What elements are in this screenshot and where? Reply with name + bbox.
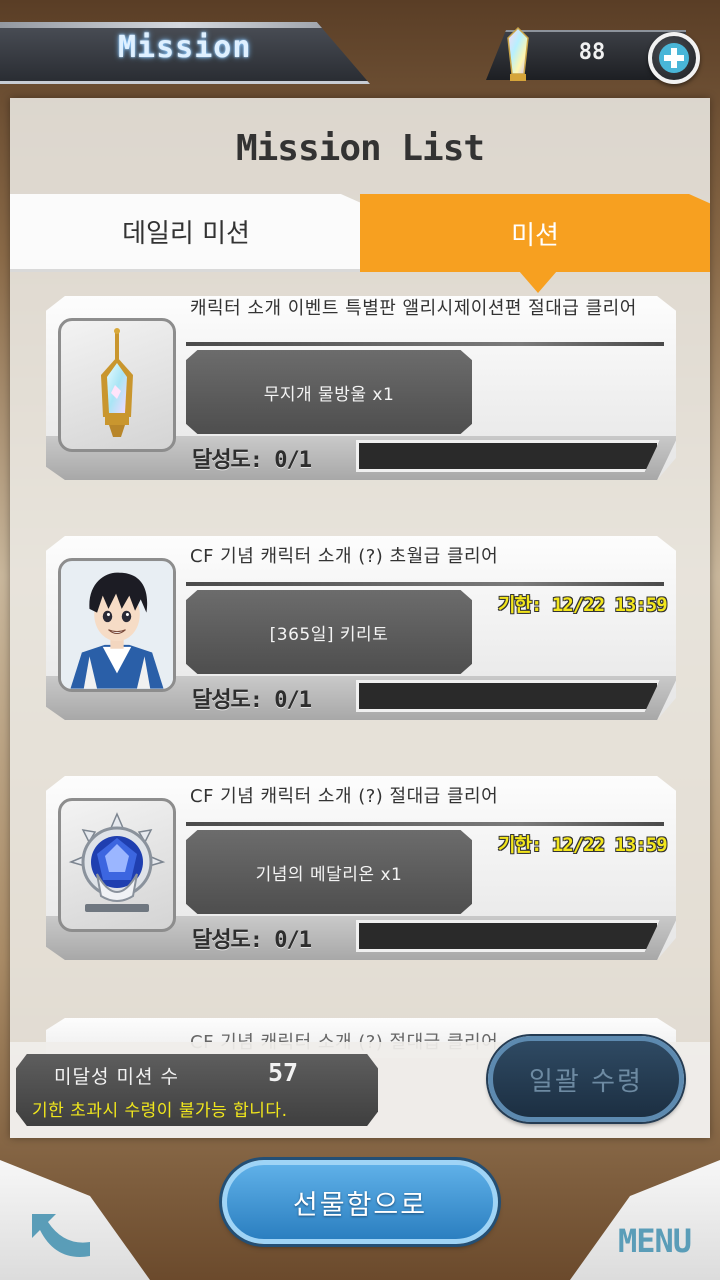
mission-title: CF 기념 캐릭터 소개 (?) 절대급 클리어 <box>190 786 499 807</box>
back-arrow-icon[interactable] <box>26 1206 96 1266</box>
progress-label: 달성도: 0/1 <box>192 448 312 473</box>
progress-label: 달성도: 0/1 <box>192 688 312 713</box>
incomplete-missions-label: 미달성 미션 수 <box>54 1066 179 1088</box>
title-underline <box>186 582 664 586</box>
mission-card[interactable]: CF 기념 캐릭터 소개 (?) 절대급 클리어 기념의 메달리온 x1 기한:… <box>46 776 676 960</box>
tab-bar: 데일리 미션 미션 <box>10 194 710 272</box>
progress-label: 달성도: 0/1 <box>192 928 312 953</box>
rainbow-drop-lantern-icon <box>101 328 133 437</box>
mission-reward-icon-frame <box>58 558 176 692</box>
medallion-icon <box>68 812 166 912</box>
corner-panel-right <box>570 1160 720 1280</box>
deadline-warning-text: 기한 초과시 수령이 불가능 합니다. <box>32 1101 288 1121</box>
mission-title: CF 기념 캐릭터 소개 (?) 초월급 클리어 <box>190 546 499 567</box>
progress-bar <box>356 920 660 952</box>
add-currency-button[interactable] <box>648 32 700 84</box>
progress-bar <box>356 440 660 472</box>
plus-icon <box>659 43 689 73</box>
currency-value: 88 <box>578 40 606 65</box>
kirito-portrait-icon <box>61 561 173 689</box>
tab-mission[interactable]: 미션 <box>360 194 710 272</box>
claim-all-button[interactable]: 일괄 수령 <box>488 1036 684 1122</box>
reward-box: [365일] 키리토 <box>186 590 472 674</box>
reward-box: 기념의 메달리온 x1 <box>186 830 472 914</box>
progress-bar <box>356 680 660 712</box>
top-bar: Mission 88 <box>0 0 720 96</box>
mission-reward-icon-frame <box>58 798 176 932</box>
title-underline <box>186 342 664 346</box>
mission-card[interactable]: 캐릭터 소개 이벤트 특별판 앨리시제이션편 절대급 클리어 무지개 물방울 x… <box>46 296 676 480</box>
deadline-label: 기한: 12/22 13:59 <box>498 834 668 856</box>
tab-daily-mission[interactable]: 데일리 미션 <box>10 194 362 272</box>
mission-reward-icon-frame <box>58 318 176 452</box>
gift-box-button[interactable]: 선물함으로 <box>222 1160 498 1244</box>
reward-box: 무지개 물방울 x1 <box>186 350 472 434</box>
deadline-label: 기한: 12/22 13:59 <box>498 594 668 616</box>
mission-card[interactable]: CF 기념 캐릭터 소개 (?) 초월급 클리어 [365일] 키리토 기한: … <box>46 536 676 720</box>
incomplete-missions-count: 57 <box>268 1058 299 1087</box>
title-underline <box>186 822 664 826</box>
rainbow-crystal-icon <box>507 26 529 81</box>
mission-title: 캐릭터 소개 이벤트 특별판 앨리시제이션편 절대급 클리어 <box>190 298 637 319</box>
screen-title: Mission <box>118 30 252 65</box>
panel-title: Mission List <box>235 128 485 169</box>
menu-button[interactable]: MENU <box>618 1222 692 1260</box>
